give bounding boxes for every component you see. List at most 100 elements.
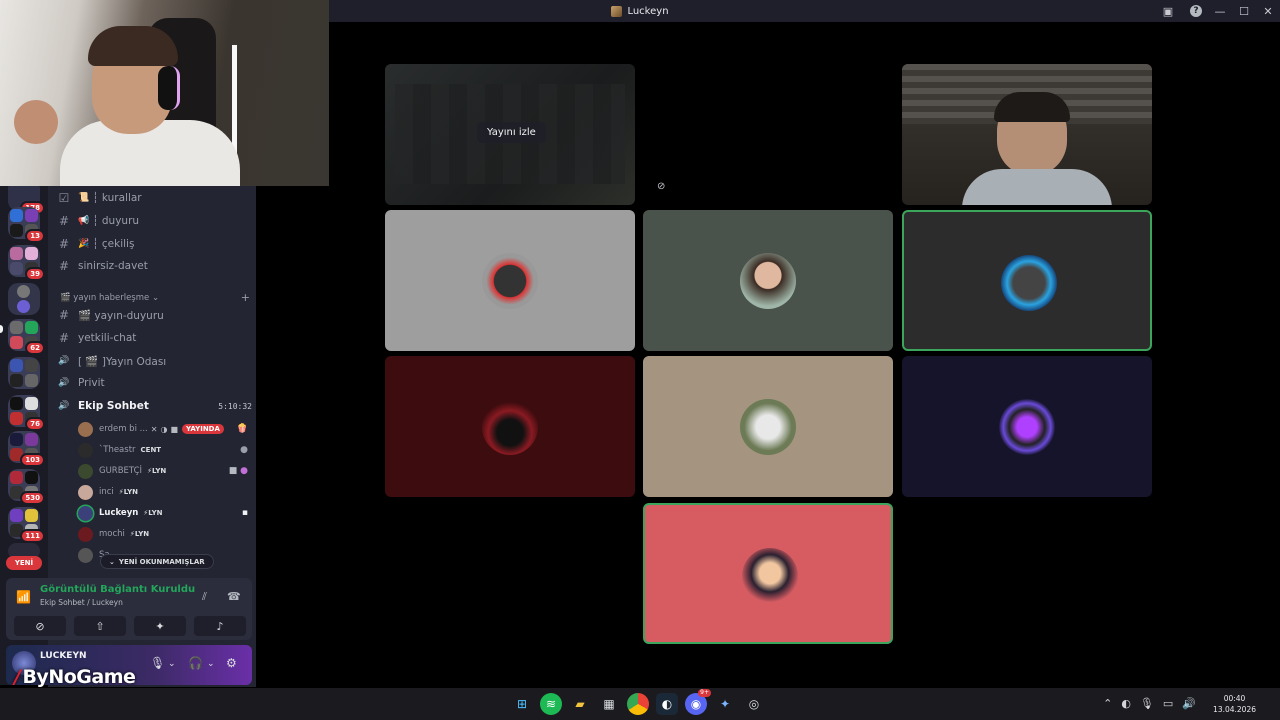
channel-giveaway[interactable]: # 🎉 ┆ çekiliş — [56, 234, 252, 254]
mention-badge: 530 — [20, 491, 45, 505]
new-unreads-pill[interactable]: ⌄ YENİ OKUNMAMIŞLAR — [100, 554, 214, 569]
headphones-icon[interactable]: 🎧 — [188, 656, 203, 670]
steam-tray-icon[interactable]: ◐ — [1121, 697, 1131, 710]
channel-staff-chat[interactable]: # yetkili-chat — [56, 328, 252, 348]
app-icon[interactable]: ✦ — [714, 693, 736, 715]
discord-icon[interactable]: ◉ 9+ — [685, 689, 711, 715]
video-icon: ■ — [170, 424, 178, 434]
voice-user[interactable]: erdem bi ... ✕ ◑ ■ YAYINDA 🍿 — [78, 419, 248, 439]
channel-label: Ekip Sohbet — [78, 400, 149, 412]
category-header[interactable]: 🎬 yayın haberleşme ⌄ + — [60, 291, 250, 304]
add-channel-icon[interactable]: + — [241, 291, 250, 304]
server-folder[interactable]: 13 — [8, 207, 45, 243]
hidden-video-icon[interactable]: ⊘ — [657, 181, 665, 192]
avatar — [78, 526, 93, 542]
chrome-icon[interactable] — [627, 693, 649, 715]
maximize-button[interactable]: ☐ — [1232, 0, 1256, 22]
microphone-icon[interactable]: 🎙 — [1140, 697, 1154, 710]
soundboard-button[interactable]: ♪ — [194, 616, 246, 636]
voice-user[interactable]: mochi ⚡LYN — [78, 524, 248, 544]
channel-label: yetkili-chat — [78, 332, 137, 344]
mute-icon: ✕ — [150, 424, 158, 434]
voice-channel-stream-room[interactable]: 🔊 [ 🎬 ]Yayın Odası — [56, 351, 252, 371]
share-screen-button[interactable]: ⇧ — [74, 616, 126, 636]
avatar — [78, 484, 93, 500]
person-hand — [14, 100, 58, 144]
server-folder[interactable] — [8, 283, 40, 315]
mention-badge: 39 — [25, 267, 45, 281]
windows-start-icon[interactable]: ⊞ — [511, 693, 533, 715]
window-controls: ▣ ? — ☐ ✕ — [1156, 0, 1280, 22]
clock[interactable]: 00:40 13.04.2026 — [1213, 693, 1256, 715]
role-tag: ⚡LYN — [118, 488, 139, 496]
channel-rules[interactable]: ☑ 📜 ┆ kurallar — [56, 188, 252, 208]
notification-badge: 9+ — [698, 689, 711, 697]
channel-invite[interactable]: # sinirsiz-davet — [56, 256, 252, 276]
steam-icon[interactable]: ◐ — [656, 693, 678, 715]
role-tag: ⚡LYN — [143, 509, 163, 517]
connection-status[interactable]: Görüntülü Bağlantı Kuruldu — [40, 584, 195, 595]
voice-user[interactable]: inci ⚡LYN — [78, 482, 248, 502]
server-folder[interactable]: 530 — [8, 469, 45, 505]
disconnect-icon[interactable]: ☎ — [227, 590, 241, 603]
file-explorer-icon[interactable]: ▰ — [569, 693, 591, 715]
participant-tile-speaking[interactable] — [643, 503, 893, 644]
speaker-icon: 🔊 — [58, 356, 70, 366]
activities-button[interactable]: ✦ — [134, 616, 186, 636]
mention-badge: 13 — [25, 229, 45, 243]
streamer-webcam — [0, 0, 329, 186]
watch-stream-button[interactable]: Yayını izle — [477, 122, 546, 143]
noise-suppression-icon[interactable]: ⫽ — [202, 590, 207, 604]
server-folder[interactable]: 103 — [8, 431, 45, 467]
volume-icon[interactable]: 🔊 — [1182, 697, 1196, 710]
voice-user-self[interactable]: Luckeyn ⚡LYN ▪ — [78, 503, 248, 523]
app-icon[interactable]: ◎ — [743, 693, 765, 715]
camera-off-button[interactable]: ⊘ — [14, 616, 66, 636]
network-icon[interactable]: ▭ — [1163, 697, 1173, 710]
participant-tile[interactable] — [643, 356, 893, 497]
server-folder[interactable]: 62 — [8, 319, 45, 355]
activity-icon: 🍿 — [236, 424, 248, 434]
server-folder[interactable]: 76 — [8, 395, 45, 431]
help-icon[interactable]: ? — [1190, 5, 1202, 17]
participant-tile[interactable] — [385, 356, 635, 497]
channel-announcements[interactable]: # 📢 ┆ duyuru — [56, 211, 252, 231]
deafen-icon: ◑ — [160, 424, 168, 434]
voice-user[interactable]: GURBETÇİ ⚡LYN ■ ● — [78, 461, 248, 481]
stream-tile[interactable]: Yayını izle — [385, 64, 635, 205]
microphone-icon[interactable]: 🎙 — [150, 656, 165, 670]
channel-stream-announcements[interactable]: # 🎬 yayın-duyuru — [56, 305, 252, 325]
participant-tile[interactable] — [902, 356, 1152, 497]
voice-channel-active[interactable]: 🔊 Ekip Sohbet 5:10:32 — [56, 396, 252, 416]
voice-user[interactable]: `Theastr CENT ● — [78, 440, 248, 460]
call-timer: 5:10:32 — [218, 401, 252, 411]
username[interactable]: LUCKEYN — [40, 651, 87, 661]
chevron-down-icon[interactable]: ⌄ — [207, 659, 215, 669]
server-folder[interactable]: 39 — [8, 245, 45, 281]
close-button[interactable]: ✕ — [1256, 0, 1280, 22]
participant-tile[interactable] — [643, 210, 893, 351]
chevron-up-icon[interactable]: ⌃ — [1103, 697, 1112, 710]
inbox-icon[interactable]: ▣ — [1156, 0, 1180, 22]
voice-channel-private[interactable]: 🔊 Privit — [56, 373, 252, 393]
participant-avatar — [740, 253, 796, 309]
server-folder[interactable]: 111 — [8, 507, 45, 543]
video-tile[interactable] — [902, 64, 1152, 205]
connection-location[interactable]: Ekip Sohbet / Luckeyn — [40, 598, 123, 607]
participant-avatar — [482, 399, 538, 455]
voice-user-name: GURBETÇİ — [99, 466, 143, 476]
video-icon: ■ ● — [228, 466, 248, 476]
minimize-button[interactable]: — — [1208, 0, 1232, 22]
chevron-down-icon[interactable]: ⌄ — [168, 659, 176, 669]
store-icon[interactable]: ▦ — [598, 693, 620, 715]
participant-tile-speaking[interactable] — [902, 210, 1152, 351]
participant-tile[interactable] — [385, 210, 635, 351]
new-unreads-button[interactable]: YENİ — [6, 556, 42, 570]
server-folder[interactable] — [8, 357, 40, 389]
signal-icon[interactable]: 📶 — [16, 590, 31, 604]
rules-channel-icon: ☑ — [58, 191, 70, 205]
settings-gear-icon[interactable]: ⚙ — [226, 656, 237, 670]
spotify-icon[interactable]: ≋ — [540, 693, 562, 715]
participant-avatar — [740, 399, 796, 455]
hash-icon: # — [58, 214, 70, 228]
